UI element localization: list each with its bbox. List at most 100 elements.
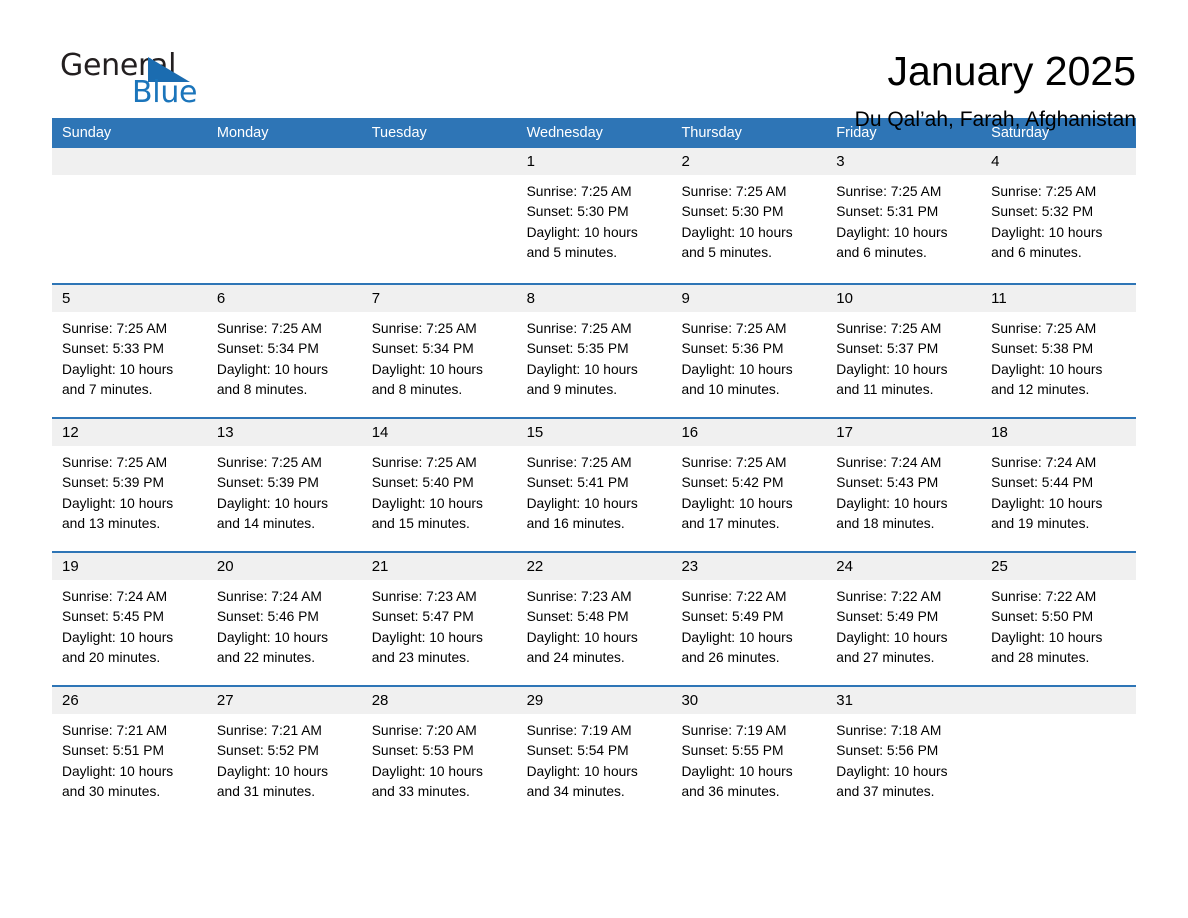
- day-cell[interactable]: 12 Sunrise: 7:25 AM Sunset: 5:39 PM Dayl…: [52, 419, 207, 551]
- daylight-line-2: and 11 minutes.: [836, 381, 934, 397]
- day-cell[interactable]: 24 Sunrise: 7:22 AM Sunset: 5:49 PM Dayl…: [826, 553, 982, 685]
- day-number-band: 10: [826, 285, 982, 312]
- day-cell[interactable]: 9 Sunrise: 7:25 AM Sunset: 5:36 PM Dayli…: [671, 285, 827, 417]
- day-cell[interactable]: 2 Sunrise: 7:25 AM Sunset: 5:30 PM Dayli…: [671, 148, 827, 283]
- day-number: 4: [991, 153, 1000, 170]
- day-cell[interactable]: 19 Sunrise: 7:24 AM Sunset: 5:45 PM Dayl…: [52, 553, 207, 685]
- sunrise-line: Sunrise: 7:25 AM: [216, 455, 322, 470]
- day-cell[interactable]: 22 Sunrise: 7:23 AM Sunset: 5:48 PM Dayl…: [516, 553, 672, 685]
- daylight-line-2: and 16 minutes.: [526, 515, 625, 531]
- daylight-line-2: and 26 minutes.: [681, 649, 780, 665]
- day-cell[interactable]: 10 Sunrise: 7:25 AM Sunset: 5:37 PM Dayl…: [826, 285, 982, 417]
- day-number-band: 14: [361, 419, 517, 446]
- sunset-line: Sunset: 5:30 PM: [526, 204, 629, 220]
- daylight-line-1: Daylight: 10 hours: [62, 361, 174, 377]
- day-cell[interactable]: 15 Sunrise: 7:25 AM Sunset: 5:41 PM Dayl…: [516, 419, 672, 551]
- day-cell[interactable]: 29 Sunrise: 7:19 AM Sunset: 5:54 PM Dayl…: [516, 687, 672, 817]
- daylight-line-2: and 19 minutes.: [991, 515, 1090, 531]
- sunset-line: Sunset: 5:35 PM: [526, 341, 629, 357]
- sunset-line: Sunset: 5:43 PM: [836, 475, 939, 491]
- day-cell[interactable]: 17 Sunrise: 7:24 AM Sunset: 5:43 PM Dayl…: [826, 419, 982, 551]
- day-number-band: 30: [671, 687, 827, 714]
- day-number-band: 21: [361, 553, 517, 580]
- sunset-line: Sunset: 5:54 PM: [526, 743, 629, 759]
- daylight-line-2: and 31 minutes.: [216, 783, 316, 799]
- day-number: 9: [681, 290, 690, 307]
- daylight-line-1: Daylight: 10 hours: [991, 224, 1103, 240]
- daylight-line-1: Daylight: 10 hours: [216, 361, 329, 377]
- daylight-line-1: Daylight: 10 hours: [681, 361, 793, 377]
- day-details: Sunrise: 7:23 AM Sunset: 5:48 PM Dayligh…: [517, 580, 672, 668]
- day-cell[interactable]: 20 Sunrise: 7:24 AM Sunset: 5:46 PM Dayl…: [206, 553, 362, 685]
- day-number: 3: [836, 153, 845, 170]
- day-cell[interactable]: 25 Sunrise: 7:22 AM Sunset: 5:50 PM Dayl…: [981, 553, 1137, 685]
- day-cell[interactable]: 21 Sunrise: 7:23 AM Sunset: 5:47 PM Dayl…: [361, 553, 517, 685]
- calendar-page: General Blue January 2025 Du Qal’ah, Far…: [0, 0, 1188, 918]
- day-number: 5: [62, 290, 71, 307]
- day-number-band: 17: [826, 419, 982, 446]
- day-cell[interactable]: 7 Sunrise: 7:25 AM Sunset: 5:34 PM Dayli…: [361, 285, 517, 417]
- week-row: 12 Sunrise: 7:25 AM Sunset: 5:39 PM Dayl…: [52, 417, 1137, 551]
- sunrise-line: Sunrise: 7:25 AM: [371, 321, 477, 336]
- day-number: 27: [216, 692, 234, 709]
- daylight-line-1: Daylight: 10 hours: [991, 629, 1103, 645]
- day-number: 17: [836, 424, 853, 441]
- day-cell[interactable]: 27 Sunrise: 7:21 AM Sunset: 5:52 PM Dayl…: [206, 687, 362, 817]
- daylight-line-2: and 34 minutes.: [526, 783, 625, 799]
- day-cell[interactable]: 18 Sunrise: 7:24 AM Sunset: 5:44 PM Dayl…: [981, 419, 1137, 551]
- daylight-line-1: Daylight: 10 hours: [216, 763, 329, 779]
- day-cell[interactable]: 8 Sunrise: 7:25 AM Sunset: 5:35 PM Dayli…: [516, 285, 672, 417]
- day-cell[interactable]: 26 Sunrise: 7:21 AM Sunset: 5:51 PM Dayl…: [52, 687, 207, 817]
- day-cell[interactable]: [52, 148, 207, 283]
- day-cell[interactable]: 4 Sunrise: 7:25 AM Sunset: 5:32 PM Dayli…: [981, 148, 1137, 283]
- day-cell[interactable]: 23 Sunrise: 7:22 AM Sunset: 5:49 PM Dayl…: [671, 553, 827, 685]
- day-cell[interactable]: 1 Sunrise: 7:25 AM Sunset: 5:30 PM Dayli…: [516, 148, 672, 283]
- day-cell[interactable]: 3 Sunrise: 7:25 AM Sunset: 5:31 PM Dayli…: [826, 148, 982, 283]
- day-cell[interactable]: 5 Sunrise: 7:25 AM Sunset: 5:33 PM Dayli…: [52, 285, 207, 417]
- general-blue-logo[interactable]: General Blue: [52, 48, 202, 118]
- day-number-band: 9: [671, 285, 827, 312]
- day-number: [52, 153, 62, 170]
- day-number: 31: [836, 692, 853, 709]
- week-row: 26 Sunrise: 7:21 AM Sunset: 5:51 PM Dayl…: [52, 685, 1137, 817]
- day-cell[interactable]: [981, 687, 1137, 817]
- day-number: 19: [62, 558, 79, 575]
- day-details: Sunrise: 7:25 AM Sunset: 5:37 PM Dayligh…: [826, 312, 981, 400]
- daylight-line-2: and 17 minutes.: [681, 515, 780, 531]
- day-cell[interactable]: 30 Sunrise: 7:19 AM Sunset: 5:55 PM Dayl…: [671, 687, 827, 817]
- day-details: Sunrise: 7:22 AM Sunset: 5:49 PM Dayligh…: [826, 580, 981, 668]
- daylight-line-1: Daylight: 10 hours: [216, 629, 329, 645]
- day-number-band: 12: [52, 419, 207, 446]
- day-number-band: [52, 148, 207, 175]
- sunset-line: Sunset: 5:45 PM: [62, 609, 165, 625]
- day-number-band: 15: [516, 419, 672, 446]
- daylight-line-1: Daylight: 10 hours: [526, 763, 638, 779]
- daylight-line-2: and 6 minutes.: [991, 244, 1082, 260]
- daylight-line-1: Daylight: 10 hours: [991, 495, 1103, 511]
- daylight-line-1: Daylight: 10 hours: [836, 495, 948, 511]
- day-cell[interactable]: [361, 148, 517, 283]
- day-cell[interactable]: 14 Sunrise: 7:25 AM Sunset: 5:40 PM Dayl…: [361, 419, 517, 551]
- day-details: Sunrise: 7:25 AM Sunset: 5:30 PM Dayligh…: [517, 175, 672, 263]
- day-cell[interactable]: 6 Sunrise: 7:25 AM Sunset: 5:34 PM Dayli…: [206, 285, 362, 417]
- day-cell[interactable]: 16 Sunrise: 7:25 AM Sunset: 5:42 PM Dayl…: [671, 419, 827, 551]
- day-number-band: [206, 148, 362, 175]
- daylight-line-2: and 27 minutes.: [836, 649, 935, 665]
- day-cell[interactable]: 28 Sunrise: 7:20 AM Sunset: 5:53 PM Dayl…: [361, 687, 517, 817]
- sunrise-line: Sunrise: 7:25 AM: [991, 321, 1097, 336]
- day-cell[interactable]: 31 Sunrise: 7:18 AM Sunset: 5:56 PM Dayl…: [826, 687, 982, 817]
- daylight-line-1: Daylight: 10 hours: [836, 763, 948, 779]
- daylight-line-2: and 20 minutes.: [62, 649, 161, 665]
- day-details: Sunrise: 7:25 AM Sunset: 5:34 PM Dayligh…: [362, 312, 517, 400]
- daylight-line-2: and 14 minutes.: [216, 515, 316, 531]
- day-details: Sunrise: 7:19 AM Sunset: 5:55 PM Dayligh…: [671, 714, 826, 802]
- daylight-line-2: and 24 minutes.: [526, 649, 625, 665]
- day-cell[interactable]: 11 Sunrise: 7:25 AM Sunset: 5:38 PM Dayl…: [981, 285, 1137, 417]
- daylight-line-1: Daylight: 10 hours: [836, 361, 948, 377]
- daylight-line-1: Daylight: 10 hours: [62, 763, 174, 779]
- daylight-line-1: Daylight: 10 hours: [216, 495, 329, 511]
- day-cell[interactable]: 13 Sunrise: 7:25 AM Sunset: 5:39 PM Dayl…: [206, 419, 362, 551]
- week-row: 5 Sunrise: 7:25 AM Sunset: 5:33 PM Dayli…: [52, 283, 1137, 417]
- day-cell[interactable]: [206, 148, 362, 283]
- day-details: Sunrise: 7:25 AM Sunset: 5:30 PM Dayligh…: [671, 175, 826, 263]
